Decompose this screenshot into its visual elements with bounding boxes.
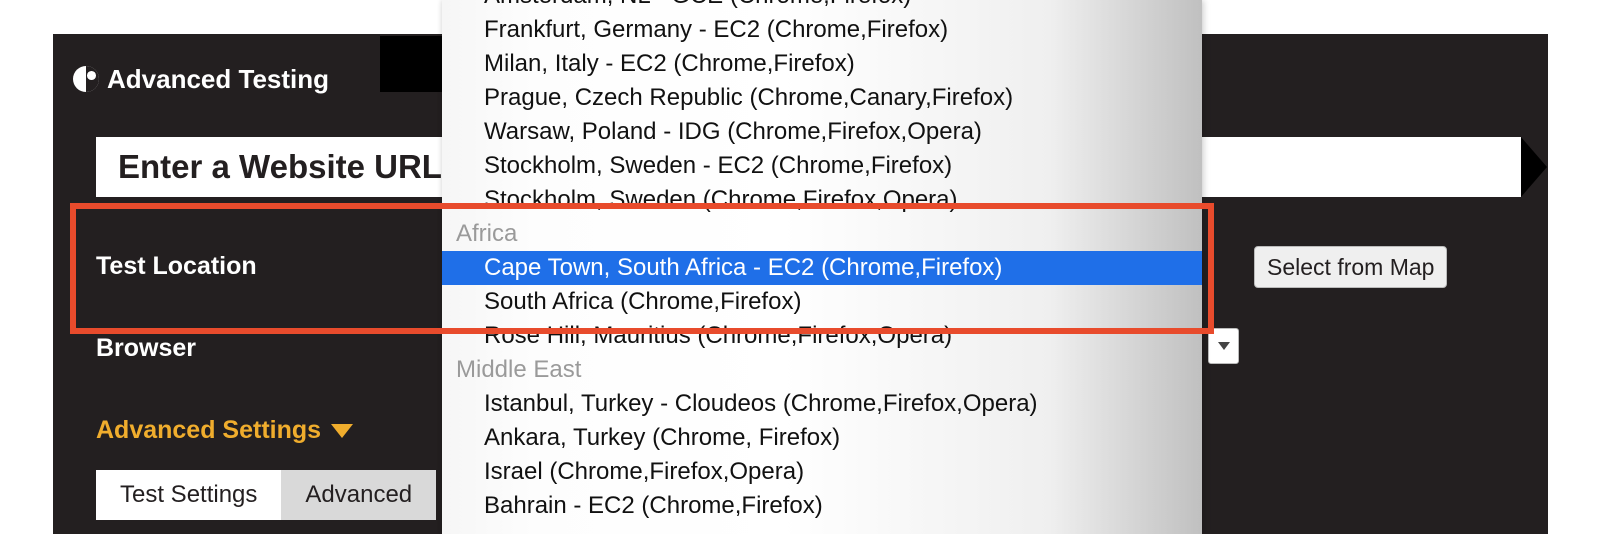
brand-globe-icon <box>73 66 99 92</box>
subtab-test-settings[interactable]: Test Settings <box>96 470 281 520</box>
dropdown-option[interactable]: Stockholm, Sweden (Chrome,Firefox,Opera) <box>442 183 1202 217</box>
subtab-advanced[interactable]: Advanced <box>281 470 436 520</box>
triangle-down-icon <box>331 424 353 438</box>
dropdown-option[interactable]: Milan, Italy - EC2 (Chrome,Firefox) <box>442 47 1202 81</box>
dropdown-option[interactable]: Ankara, Turkey (Chrome, Firefox) <box>442 421 1202 455</box>
dropdown-option[interactable]: Prague, Czech Republic (Chrome,Canary,Fi… <box>442 81 1202 115</box>
advanced-settings-label: Advanced Settings <box>96 416 321 445</box>
tab-advanced-testing[interactable]: Advanced Testing <box>73 51 333 107</box>
dropdown-group-label: Middle East <box>442 353 1202 387</box>
subtabs: Test Settings Advanced <box>96 470 436 520</box>
dropdown-option[interactable]: Warsaw, Poland - IDG (Chrome,Firefox,Ope… <box>442 115 1202 149</box>
dropdown-option[interactable]: Amsterdam, NL - GCE (Chrome,Firefox) <box>442 0 1202 13</box>
start-test-caret-icon[interactable] <box>1521 137 1547 197</box>
dropdown-option[interactable]: Rose Hill, Mauritius (Chrome,Firefox,Ope… <box>442 319 1202 353</box>
dropdown-option[interactable]: Cape Town, South Africa - EC2 (Chrome,Fi… <box>442 251 1202 285</box>
label-test-location: Test Location <box>96 252 257 281</box>
dropdown-option[interactable]: Stockholm, Sweden - EC2 (Chrome,Firefox) <box>442 149 1202 183</box>
dropdown-option[interactable]: Frankfurt, Germany - EC2 (Chrome,Firefox… <box>442 13 1202 47</box>
dropdown-option[interactable]: Bahrain - EC2 (Chrome,Firefox) <box>442 489 1202 523</box>
browser-select[interactable] <box>1208 328 1239 364</box>
dropdown-group-label: Africa <box>442 217 1202 251</box>
dropdown-option[interactable]: South Africa (Chrome,Firefox) <box>442 285 1202 319</box>
tab-row: Advanced Testing <box>73 51 333 107</box>
advanced-settings-toggle[interactable]: Advanced Settings <box>96 416 353 445</box>
select-from-map-button[interactable]: Select from Map <box>1254 246 1447 288</box>
url-placeholder-text: Enter a Website URL <box>118 148 442 186</box>
label-browser: Browser <box>96 334 196 363</box>
tab-label: Advanced Testing <box>107 64 329 95</box>
dropdown-option[interactable]: Istanbul, Turkey - Cloudeos (Chrome,Fire… <box>442 387 1202 421</box>
chevron-down-icon <box>1218 342 1230 350</box>
test-location-dropdown[interactable]: Amsterdam, NL - GCE (Chrome,Firefox)Fran… <box>442 0 1202 534</box>
dropdown-option[interactable]: Israel (Chrome,Firefox,Opera) <box>442 455 1202 489</box>
